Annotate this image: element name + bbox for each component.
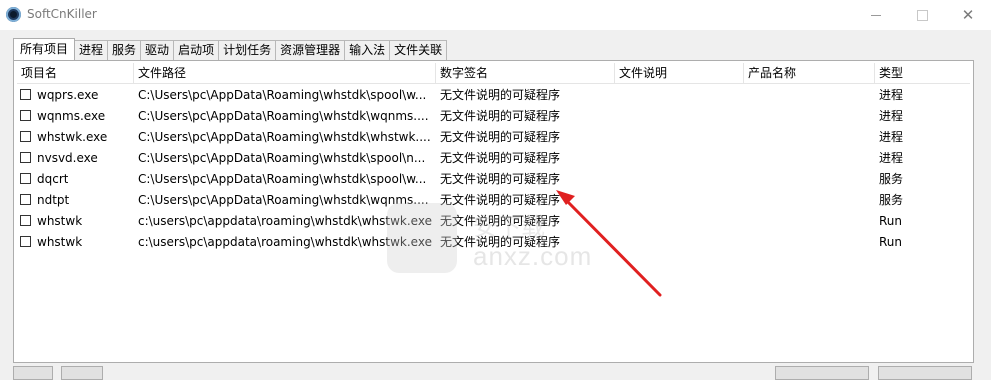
- bottom-button-1[interactable]: [13, 366, 53, 380]
- tab-all-items[interactable]: 所有项目: [13, 38, 76, 60]
- bottom-button-3[interactable]: [775, 366, 869, 380]
- bottom-button-4[interactable]: [878, 366, 972, 380]
- bottom-button-2[interactable]: [61, 366, 103, 380]
- red-arrow-icon: [556, 190, 662, 297]
